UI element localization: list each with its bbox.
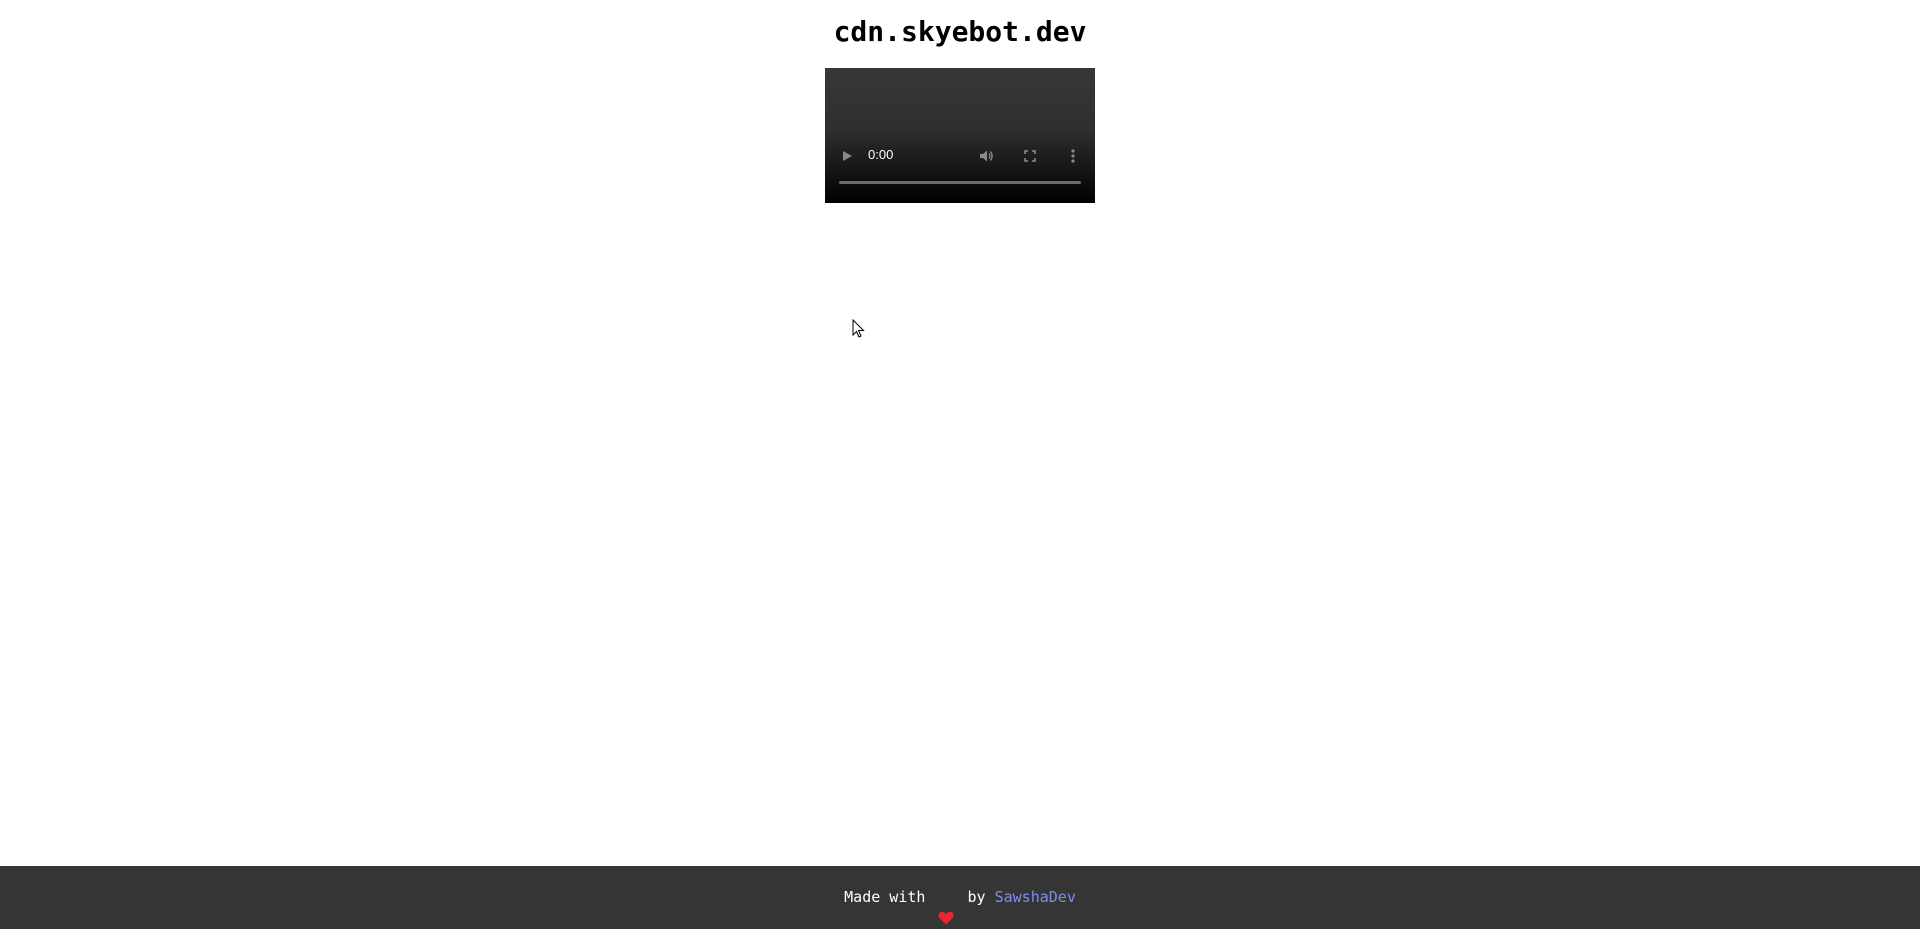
footer: Made with by SawshaDev: [0, 866, 1920, 929]
volume-icon[interactable]: [978, 148, 994, 164]
footer-by-text: by: [967, 888, 986, 906]
page-title: cdn.skyebot.dev: [833, 15, 1087, 48]
mouse-cursor-icon: [852, 318, 866, 339]
more-options-icon[interactable]: [1065, 148, 1081, 164]
play-icon[interactable]: [843, 151, 852, 161]
author-link[interactable]: SawshaDev: [995, 888, 1076, 906]
fullscreen-icon[interactable]: [1022, 148, 1038, 164]
heart-icon: [938, 889, 954, 924]
video-time-display: 0:00: [868, 147, 894, 162]
video-player[interactable]: 0:00: [825, 68, 1095, 203]
page: cdn.skyebot.dev 0:00 Made with by Sawsha…: [0, 0, 1920, 929]
footer-prefix-text: Made with: [844, 888, 926, 906]
video-progress-bar[interactable]: [839, 181, 1081, 184]
